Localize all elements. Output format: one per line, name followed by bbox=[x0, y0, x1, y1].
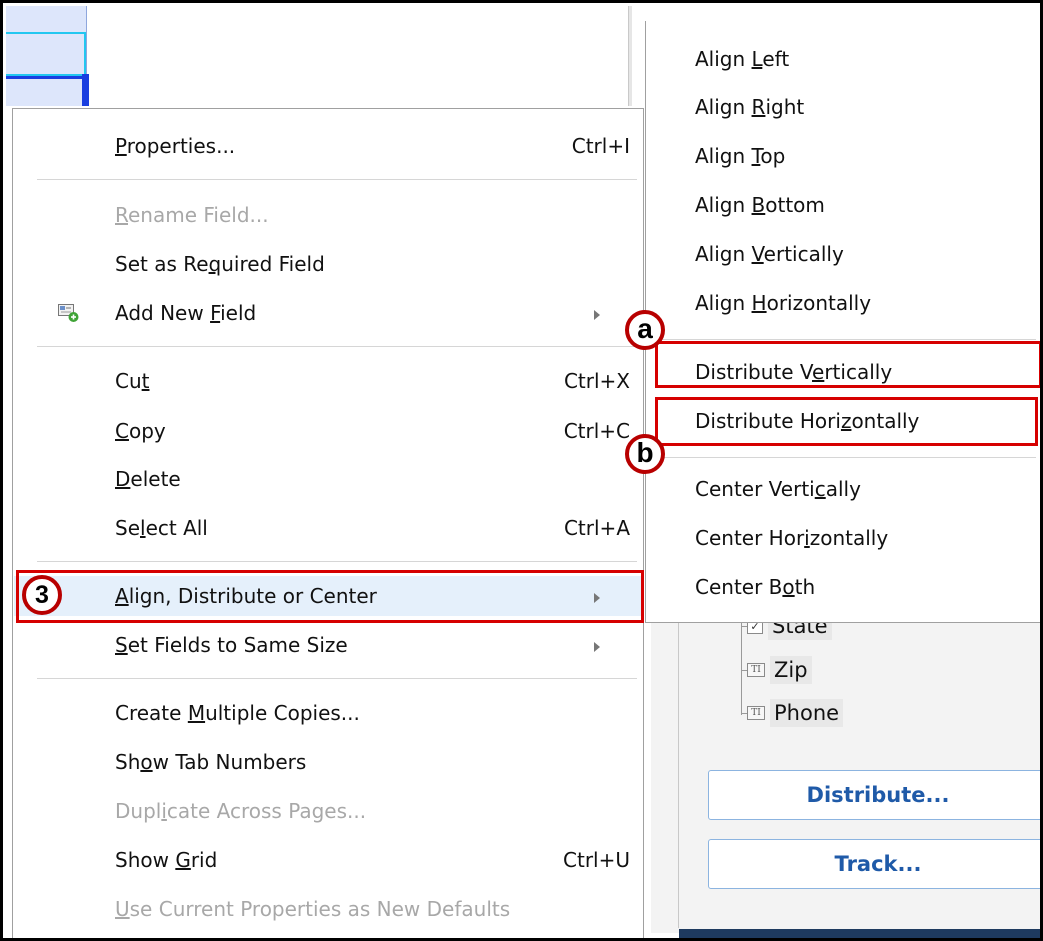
menu-item-show-tab-numbers[interactable]: Show Tab Numbers bbox=[14, 742, 642, 782]
menu-item-create-multiple-copies[interactable]: Create Multiple Copies... bbox=[14, 693, 642, 733]
selected-field-edge[interactable] bbox=[6, 76, 86, 79]
submenu-item-align-bottom[interactable]: Align Bottom bbox=[695, 185, 825, 225]
menu-separator bbox=[37, 179, 637, 180]
annotation-highlight-distribute-vertically bbox=[655, 341, 1040, 388]
menu-separator bbox=[37, 346, 637, 347]
track-button[interactable]: Track... bbox=[708, 839, 1040, 889]
submenu-item-center-horizontally[interactable]: Center Horizontally bbox=[695, 518, 888, 558]
shortcut-label: Ctrl+I bbox=[571, 134, 630, 158]
annotation-highlight-align-item bbox=[16, 570, 644, 623]
canvas-divider bbox=[628, 6, 632, 106]
menu-item-copy[interactable]: Copy Ctrl+C bbox=[14, 411, 642, 451]
tree-item-zip[interactable]: TI Zip bbox=[741, 655, 812, 685]
form-field-outline[interactable] bbox=[6, 32, 86, 76]
submenu-arrow-icon bbox=[594, 642, 600, 652]
submenu-item-align-left[interactable]: Align Left bbox=[695, 39, 789, 79]
menu-item-rename-field: Rename Field... bbox=[115, 203, 269, 227]
submenu-item-center-vertically[interactable]: Center Vertically bbox=[695, 469, 861, 509]
shortcut-label: Ctrl+A bbox=[563, 516, 630, 540]
menu-item-same-size[interactable]: Set Fields to Same Size bbox=[14, 625, 642, 665]
menu-item-use-current-properties: Use Current Properties as New Defaults bbox=[115, 897, 511, 921]
menu-item-set-required[interactable]: Set as Required Field bbox=[14, 244, 642, 284]
context-menu: Properties... Ctrl+I Rename Field... Set… bbox=[12, 108, 644, 938]
submenu-item-align-top[interactable]: Align Top bbox=[695, 136, 785, 176]
shortcut-label: Ctrl+U bbox=[563, 848, 630, 872]
screenshot-frame: ✓ State TI Zip TI Phone Distribute... Tr… bbox=[0, 0, 1043, 941]
tree-item-label: Zip bbox=[770, 656, 812, 684]
submenu-separator bbox=[656, 339, 1036, 340]
annotation-badge-step-3: 3 bbox=[22, 575, 62, 615]
shortcut-label: Ctrl+C bbox=[563, 419, 630, 443]
menu-item-delete[interactable]: Delete bbox=[14, 459, 642, 499]
align-submenu: Align Left Align Right Align Top Align B… bbox=[645, 21, 1040, 623]
shortcut-label: Ctrl+X bbox=[563, 369, 630, 393]
submenu-separator bbox=[656, 457, 1036, 458]
menu-item-add-new-field[interactable]: Add New Field bbox=[14, 293, 642, 333]
menu-item-cut[interactable]: Cut Ctrl+X bbox=[14, 361, 642, 401]
tree-item-label: Phone bbox=[770, 699, 844, 727]
submenu-item-align-horizontally[interactable]: Align Horizontally bbox=[695, 283, 871, 323]
fields-panel-edge bbox=[678, 603, 679, 928]
text-field-icon: TI bbox=[747, 706, 765, 720]
text-field-icon: TI bbox=[747, 663, 765, 677]
submenu-item-align-right[interactable]: Align Right bbox=[695, 87, 804, 127]
distribute-button[interactable]: Distribute... bbox=[708, 770, 1040, 820]
menu-item-duplicate-across-pages: Duplicate Across Pages... bbox=[115, 799, 367, 823]
tree-item-phone[interactable]: TI Phone bbox=[741, 698, 844, 728]
annotation-highlight-distribute-horizontally bbox=[655, 397, 1038, 446]
menu-separator bbox=[37, 561, 637, 562]
annotation-badge-b: b bbox=[625, 434, 665, 474]
menu-item-properties[interactable]: Properties... Ctrl+I bbox=[14, 126, 642, 166]
submenu-item-center-both[interactable]: Center Both bbox=[695, 567, 815, 607]
add-field-icon bbox=[58, 303, 80, 323]
annotation-badge-a: a bbox=[625, 310, 665, 350]
menu-separator bbox=[37, 678, 637, 679]
status-bar bbox=[679, 929, 1040, 938]
submenu-arrow-icon bbox=[594, 310, 600, 320]
selection-handle[interactable] bbox=[82, 74, 89, 106]
menu-item-show-grid[interactable]: Show Grid Ctrl+U bbox=[14, 840, 642, 880]
submenu-item-align-vertically[interactable]: Align Vertically bbox=[695, 234, 844, 274]
form-canvas[interactable] bbox=[6, 6, 631, 108]
menu-item-select-all[interactable]: Select All Ctrl+A bbox=[14, 508, 642, 548]
